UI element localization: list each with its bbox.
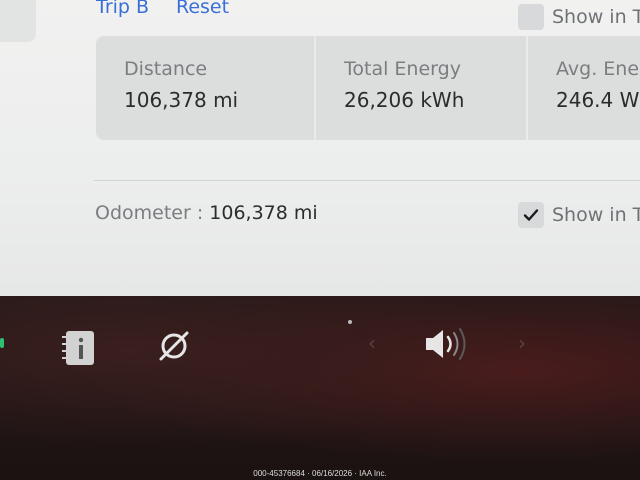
stat-value: 26,206 kWh [344,88,465,112]
odometer-label: Odometer : [95,202,204,224]
stat-label: Distance [124,58,208,80]
show-in-label-top: Show in T [552,6,640,28]
stat-total-energy: Total Energy 26,206 kWh [316,36,528,140]
indicator-dot [348,320,352,324]
show-in-trip-toggle[interactable]: Show in T [518,202,640,228]
odometer-row: Odometer : 106,378 mi [95,202,318,224]
stat-label: Total Energy [344,58,461,80]
reset-button[interactable]: Reset [176,0,229,18]
stat-label: Avg. Ener [556,58,640,80]
show-in-trip-toggle-top[interactable]: Show in T [518,4,640,30]
odometer-value: 106,378 mi [209,202,318,224]
no-signal-icon[interactable] [156,328,192,368]
show-in-label: Show in T [552,204,640,226]
status-indicator-icon [0,338,4,348]
image-caption: 000-45376684 · 06/16/2026 · IAA Inc. [253,469,387,478]
trip-stats-panel: Distance 106,378 mi Total Energy 26,206 … [96,36,640,140]
show-in-checkbox-top[interactable] [518,4,544,30]
trip-b-link[interactable]: Trip B [96,0,149,18]
notes-icon[interactable] [58,328,98,372]
stat-avg-energy: Avg. Ener 246.4 Wh [528,36,640,140]
show-in-checkbox[interactable] [518,202,544,228]
chevron-left-icon[interactable]: ‹ [368,331,376,355]
stat-distance: Distance 106,378 mi [96,36,316,140]
volume-icon[interactable] [424,324,472,368]
stat-value: 246.4 Wh [556,88,640,112]
taskbar: ‹ › [0,296,640,480]
section-divider [94,180,640,181]
chevron-right-icon[interactable]: › [518,331,526,355]
top-left-card [0,0,36,42]
checkmark-icon [523,209,539,221]
trips-screen: Trip B Reset Show in T Distance 106,378 … [0,0,640,296]
stat-value: 106,378 mi [124,88,239,112]
